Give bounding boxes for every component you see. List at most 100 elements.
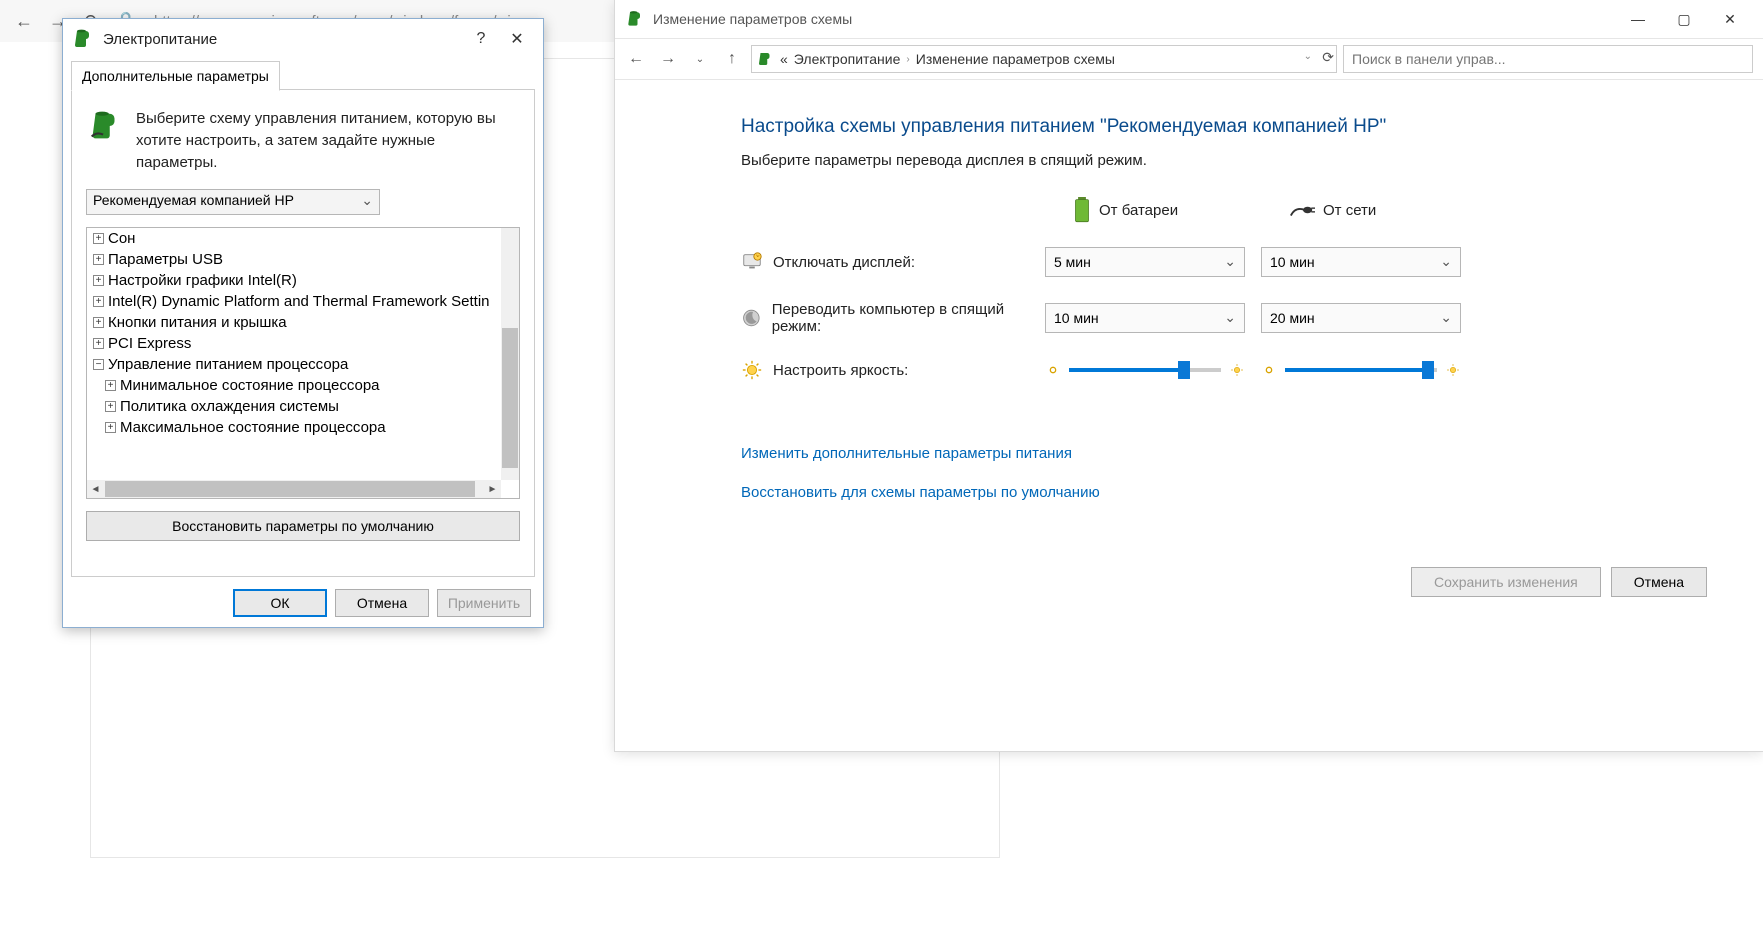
sleep-ac-select[interactable]: 20 мин: [1261, 303, 1461, 333]
tree-item-cooling-policy[interactable]: +Политика охлаждения системы: [87, 396, 501, 417]
tree-item-cpu-min[interactable]: +Минимальное состояние процессора: [87, 375, 501, 396]
power-plan-icon: [756, 50, 774, 68]
sun-bright-icon: [1229, 362, 1245, 378]
tree-item-intel-dptf[interactable]: +Intel(R) Dynamic Platform and Thermal F…: [87, 291, 501, 312]
display-off-battery-select[interactable]: 5 мин: [1045, 247, 1245, 277]
vertical-scrollbar[interactable]: [501, 228, 519, 480]
nav-back-icon[interactable]: ←: [623, 46, 649, 72]
dialog-titlebar: Электропитание ? ✕: [63, 19, 543, 59]
collapse-icon[interactable]: −: [93, 359, 104, 370]
scrollbar-thumb[interactable]: [105, 481, 475, 497]
window-minimize-icon[interactable]: —: [1615, 4, 1661, 34]
help-icon[interactable]: ?: [463, 25, 499, 53]
plug-icon: [1289, 201, 1315, 219]
sun-dim-icon: [1045, 362, 1061, 378]
restore-defaults-button[interactable]: Восстановить параметры по умолчанию: [86, 511, 520, 541]
expand-icon[interactable]: +: [93, 317, 104, 328]
instruction-text: Выберите схему управления питанием, кото…: [136, 108, 520, 173]
tree-item-usb[interactable]: +Параметры USB: [87, 249, 501, 270]
tree-item-intel-graphics[interactable]: +Настройки графики Intel(R): [87, 270, 501, 291]
breadcrumb-bar[interactable]: « Электропитание › Изменение параметров …: [751, 45, 1337, 73]
search-input[interactable]: [1343, 45, 1753, 73]
window-close-icon[interactable]: ✕: [1707, 4, 1753, 34]
column-ac-label: От сети: [1323, 202, 1376, 219]
sun-bright-icon: [1445, 362, 1461, 378]
tree-item-sleep[interactable]: +Сон: [87, 228, 501, 249]
dialog-body: Выберите схему управления питанием, кото…: [71, 89, 535, 577]
scheme-selected-value: Рекомендуемая компанией HP: [93, 192, 294, 208]
display-off-ac-select[interactable]: 10 мин: [1261, 247, 1461, 277]
column-header-ac: От сети: [1261, 201, 1473, 219]
expand-icon[interactable]: +: [105, 422, 116, 433]
row-display-off-label: Отключать дисплей:: [741, 251, 1041, 273]
scrollbar-thumb[interactable]: [502, 328, 518, 468]
chevron-right-icon: ›: [906, 54, 909, 65]
edit-plan-body: Настройка схемы управления питанием "Рек…: [615, 80, 1763, 501]
scroll-right-icon[interactable]: ►: [484, 480, 501, 498]
tree-item-pci-express[interactable]: +PCI Express: [87, 333, 501, 354]
power-scheme-select[interactable]: Рекомендуемая компанией HP: [86, 189, 380, 215]
power-options-icon: [71, 27, 95, 51]
refresh-icon[interactable]: ⟳: [1322, 49, 1334, 66]
browser-back-icon[interactable]: ←: [10, 7, 38, 35]
cancel-button[interactable]: Отмена: [335, 589, 429, 617]
slider-thumb[interactable]: [1422, 361, 1434, 379]
slider-track[interactable]: [1069, 368, 1221, 372]
tab-advanced[interactable]: Дополнительные параметры: [71, 61, 280, 91]
ok-button[interactable]: ОК: [233, 589, 327, 617]
chevron-down-icon[interactable]: ⌄: [1304, 51, 1312, 62]
row-sleep-text: Переводить компьютер в спящий режим:: [772, 301, 1041, 335]
tree-item-cpu-power[interactable]: −Управление питанием процессора: [87, 354, 501, 375]
brightness-ac-slider[interactable]: [1261, 362, 1461, 378]
apply-button[interactable]: Применить: [437, 589, 531, 617]
window-maximize-icon[interactable]: ▢: [1661, 4, 1707, 34]
expand-icon[interactable]: +: [93, 254, 104, 265]
dialog-title: Электропитание: [103, 31, 463, 48]
sun-icon: [741, 359, 763, 381]
expand-icon[interactable]: +: [105, 401, 116, 412]
power-plan-large-icon: [86, 108, 124, 146]
breadcrumb-item-edit-plan[interactable]: Изменение параметров схемы: [916, 51, 1115, 67]
edit-plan-window: Изменение параметров схемы — ▢ ✕ ← → ⌄ ↑…: [614, 0, 1763, 752]
link-restore-defaults[interactable]: Восстановить для схемы параметры по умол…: [741, 484, 1723, 501]
nav-up-icon[interactable]: ↑: [719, 46, 745, 72]
battery-icon: [1073, 197, 1091, 223]
save-changes-button[interactable]: Сохранить изменения: [1411, 567, 1601, 597]
row-sleep-label: Переводить компьютер в спящий режим:: [741, 301, 1041, 335]
expand-icon[interactable]: +: [93, 296, 104, 307]
scroll-left-icon[interactable]: ◄: [87, 480, 104, 498]
slider-track[interactable]: [1285, 368, 1437, 372]
row-display-off-text: Отключать дисплей:: [773, 254, 915, 271]
tree-item-buttons-lid[interactable]: +Кнопки питания и крышка: [87, 312, 501, 333]
sleep-battery-select[interactable]: 10 мин: [1045, 303, 1245, 333]
instruction-block: Выберите схему управления питанием, кото…: [86, 108, 520, 173]
column-header-battery: От батареи: [1045, 197, 1257, 223]
dialog-footer: ОК Отмена Применить: [233, 589, 531, 617]
expand-icon[interactable]: +: [93, 338, 104, 349]
sun-dim-icon: [1261, 362, 1277, 378]
tree-item-cpu-max[interactable]: +Максимальное состояние процессора: [87, 417, 501, 438]
tree-content: +Сон +Параметры USB +Настройки графики I…: [87, 228, 501, 480]
page-heading: Настройка схемы управления питанием "Рек…: [741, 116, 1723, 138]
row-brightness-text: Настроить яркость:: [773, 362, 908, 379]
expand-icon[interactable]: +: [93, 233, 104, 244]
cancel-button[interactable]: Отмена: [1611, 567, 1707, 597]
window-titlebar: Изменение параметров схемы — ▢ ✕: [615, 0, 1763, 38]
monitor-icon: [741, 251, 763, 273]
expand-icon[interactable]: +: [93, 275, 104, 286]
horizontal-scrollbar[interactable]: ◄ ►: [87, 480, 501, 498]
row-brightness-label: Настроить яркость:: [741, 359, 1041, 381]
page-subtitle: Выберите параметры перевода дисплея в сп…: [741, 152, 1723, 169]
link-advanced-settings[interactable]: Изменить дополнительные параметры питани…: [741, 445, 1723, 462]
brightness-battery-slider[interactable]: [1045, 362, 1245, 378]
expand-icon[interactable]: +: [105, 380, 116, 391]
power-plan-icon: [625, 9, 645, 29]
close-icon[interactable]: ✕: [499, 25, 535, 53]
settings-tree: +Сон +Параметры USB +Настройки графики I…: [86, 227, 520, 499]
nav-recent-icon[interactable]: ⌄: [687, 46, 713, 72]
plan-settings-grid: От батареи От сети Отключать дисплей: 5 …: [741, 197, 1723, 381]
moon-icon: [741, 307, 762, 329]
breadcrumb-item-power[interactable]: Электропитание: [794, 51, 901, 67]
slider-thumb[interactable]: [1178, 361, 1190, 379]
nav-forward-icon[interactable]: →: [655, 46, 681, 72]
